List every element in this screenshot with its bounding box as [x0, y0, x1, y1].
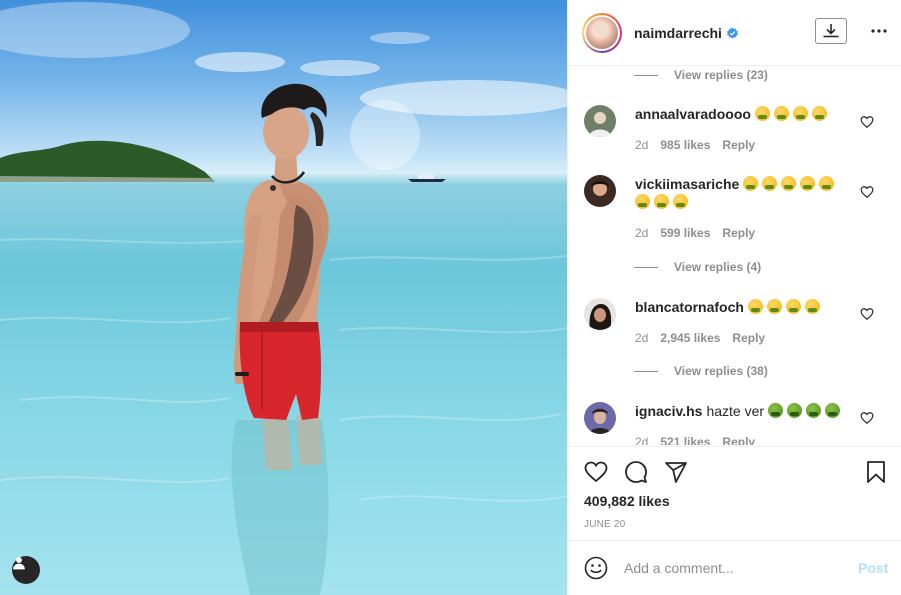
post-photo[interactable] — [0, 0, 567, 595]
comment-text: hazte ver — [706, 403, 765, 419]
nauseated-face-icon — [767, 403, 783, 418]
view-replies-label: View replies (4) — [674, 260, 762, 274]
paper-plane-icon — [665, 462, 687, 483]
nauseated-face-icon — [785, 299, 801, 314]
view-replies-label: View replies (23) — [674, 68, 768, 82]
comment-likes[interactable]: 521 likes — [660, 435, 710, 445]
nauseated-face-icon — [654, 194, 669, 209]
nauseated-face-icon — [781, 176, 797, 191]
comment-likes[interactable]: 2,945 likes — [660, 331, 720, 345]
nauseated-face-icon — [805, 403, 821, 418]
post-comment-button[interactable]: Post — [858, 560, 888, 576]
comment-item: ignaciv.hs hazte ver 2d 521 likes Reply — [584, 402, 894, 445]
emoji-icon[interactable] — [584, 556, 608, 580]
more-options-icon — [871, 29, 887, 33]
nauseated-face-icon — [773, 106, 789, 121]
comment-age[interactable]: 2d — [635, 435, 648, 445]
user-icon — [13, 557, 25, 570]
comment-username[interactable]: annaalvaradoooo — [635, 106, 751, 122]
comment-likes[interactable]: 985 likes — [660, 138, 710, 152]
commenter-avatar[interactable] — [584, 298, 616, 330]
comment-meta: 2d 599 likes Reply — [635, 226, 755, 240]
heart-icon[interactable] — [860, 115, 874, 129]
post-date[interactable]: June 20 — [584, 519, 625, 530]
comment-likes[interactable]: 599 likes — [660, 226, 710, 240]
post-side-panel: naimdarrechi View replies (23) annaalvar… — [567, 0, 901, 595]
comment-meta: 2d 521 likes Reply — [635, 435, 755, 445]
download-icon — [823, 24, 839, 38]
nauseated-face-icon — [635, 194, 650, 209]
nauseated-face-icon — [800, 176, 816, 191]
commenter-avatar[interactable] — [584, 402, 616, 434]
view-replies-button[interactable]: View replies (4) — [634, 260, 761, 274]
comment-bubble-icon — [625, 461, 647, 483]
commenter-avatar[interactable] — [584, 175, 616, 207]
download-button[interactable] — [815, 18, 847, 44]
nauseated-face-icon — [804, 299, 820, 314]
comments-list[interactable]: View replies (23) annaalvaradoooo 2d 985… — [568, 66, 901, 445]
nauseated-face-icon — [819, 176, 835, 191]
comment-username[interactable]: vickiimasariche — [635, 176, 739, 192]
save-button[interactable] — [863, 459, 889, 485]
author-avatar[interactable] — [582, 12, 622, 53]
comment-username[interactable]: ignaciv.hs — [635, 403, 702, 419]
share-button[interactable] — [663, 459, 689, 485]
heart-icon[interactable] — [860, 185, 874, 199]
comment-age[interactable]: 2d — [635, 331, 648, 345]
nauseated-face-icon — [792, 106, 808, 121]
nauseated-face-icon — [747, 299, 763, 314]
nauseated-face-icon — [673, 194, 688, 209]
comment-input[interactable] — [624, 560, 844, 576]
view-replies-button[interactable]: View replies (23) — [634, 68, 768, 82]
tagged-users-button[interactable] — [12, 556, 40, 584]
post-actions: 409,882 likes June 20 — [568, 446, 901, 540]
reply-button[interactable]: Reply — [722, 138, 755, 152]
reply-button[interactable]: Reply — [732, 331, 765, 345]
nauseated-face-icon — [743, 176, 759, 191]
comment-item: vickiimasariche 2d 599 likes Reply — [584, 175, 894, 245]
commenter-avatar[interactable] — [584, 105, 616, 137]
reply-button[interactable]: Reply — [722, 435, 755, 445]
reply-button[interactable]: Reply — [722, 226, 755, 240]
comment-item: blancatornafoch 2d 2,945 likes Reply — [584, 298, 894, 350]
heart-icon — [584, 461, 608, 483]
likes-count[interactable]: 409,882 likes — [584, 493, 670, 509]
heart-icon[interactable] — [860, 411, 874, 425]
add-comment-bar: Post — [568, 540, 901, 595]
comment-meta: 2d 2,945 likes Reply — [635, 331, 765, 345]
post-header: naimdarrechi — [568, 0, 901, 66]
nauseated-face-icon — [762, 176, 778, 191]
comment-age[interactable]: 2d — [635, 226, 648, 240]
nauseated-face-icon — [824, 403, 840, 418]
view-replies-label: View replies (38) — [674, 364, 768, 378]
beach-scene-image — [0, 2, 567, 595]
comment-username[interactable]: blancatornafoch — [635, 299, 744, 315]
nauseated-face-icon — [811, 106, 827, 121]
comment-button[interactable] — [623, 459, 649, 485]
like-button[interactable] — [583, 459, 609, 485]
comment-meta: 2d 985 likes Reply — [635, 138, 755, 152]
more-options-button[interactable] — [868, 21, 890, 41]
verified-badge-icon — [727, 27, 738, 39]
nauseated-face-icon — [754, 106, 770, 121]
comment-age[interactable]: 2d — [635, 138, 648, 152]
heart-icon[interactable] — [860, 307, 874, 321]
nauseated-face-icon — [766, 299, 782, 314]
author-username[interactable]: naimdarrechi — [634, 25, 722, 41]
bookmark-icon — [867, 461, 885, 483]
nauseated-face-icon — [786, 403, 802, 418]
view-replies-button[interactable]: View replies (38) — [634, 364, 768, 378]
comment-item: annaalvaradoooo 2d 985 likes Reply — [584, 105, 894, 157]
